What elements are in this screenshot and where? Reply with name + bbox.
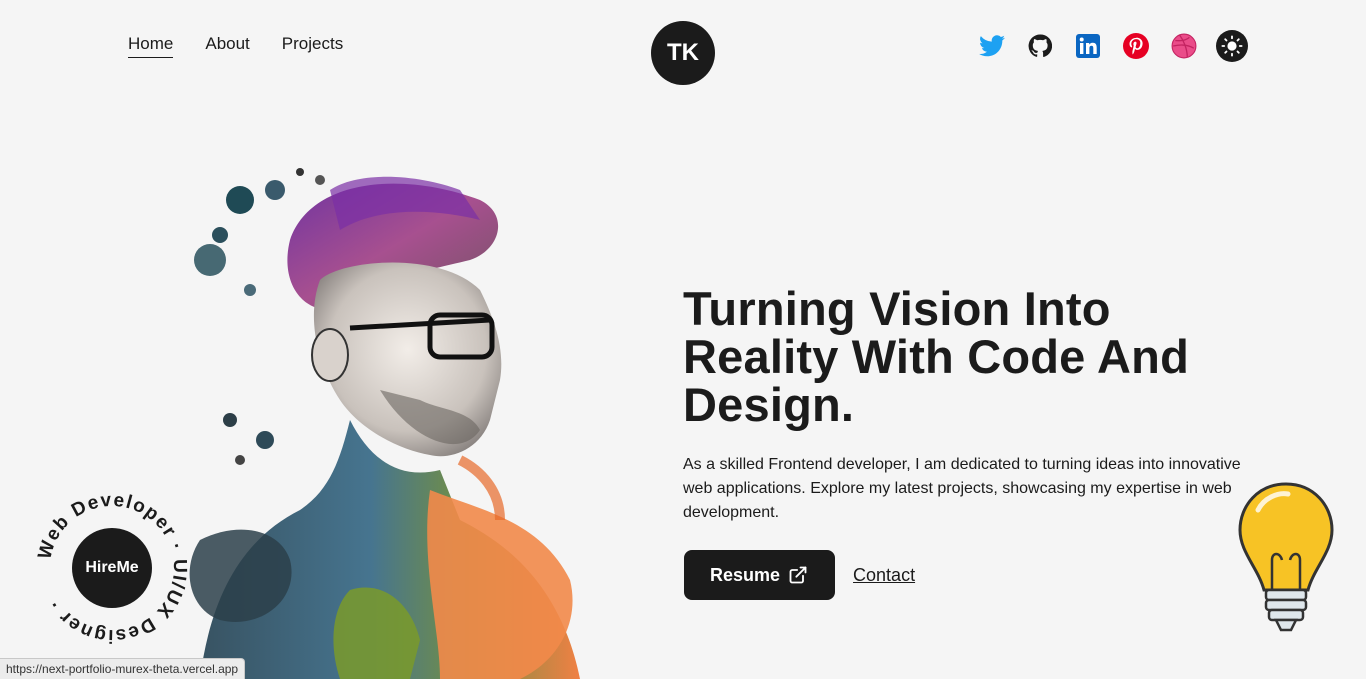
contact-link[interactable]: Contact (853, 565, 915, 586)
link-preview-status: https://next-portfolio-murex-theta.verce… (0, 658, 246, 679)
lightbulb-icon (1238, 482, 1334, 632)
nav-link-home[interactable]: Home (128, 34, 174, 58)
hero-description: As a skilled Frontend developer, I am de… (683, 456, 1241, 521)
dribbble-icon[interactable] (1168, 30, 1200, 62)
hire-me-button[interactable]: HireMe (72, 528, 152, 608)
nav-link-projects[interactable]: Projects (282, 34, 343, 58)
primary-nav: Home About Projects (128, 34, 343, 58)
github-icon[interactable] (1024, 30, 1056, 62)
nav-link-about[interactable]: About (205, 34, 249, 58)
site-logo[interactable]: TK (651, 21, 715, 85)
hero-headline: Turning Vision Into Reality With Code An… (683, 282, 1189, 431)
hire-me-badge[interactable]: Web Developer · UI/UX Designer · HireMe (32, 488, 192, 648)
profile-illustration (189, 168, 580, 679)
pinterest-icon[interactable] (1120, 30, 1152, 62)
theme-toggle-icon[interactable] (1216, 30, 1248, 62)
external-link-icon (789, 566, 807, 584)
resume-button[interactable]: Resume (684, 550, 836, 600)
twitter-icon[interactable] (976, 30, 1008, 62)
social-links (976, 30, 1248, 62)
resume-label: Resume (710, 564, 781, 585)
hero-actions: Resume Contact (684, 550, 915, 600)
linkedin-icon[interactable] (1072, 30, 1104, 62)
